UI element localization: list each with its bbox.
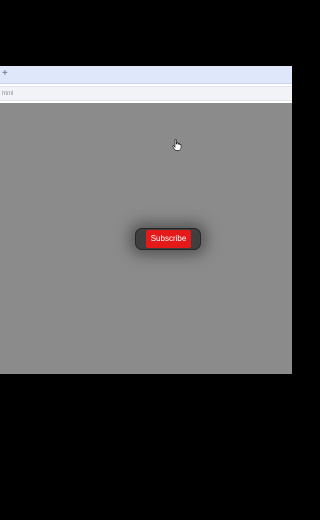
subscribe-button[interactable]: Subscribe	[146, 230, 191, 248]
device-screen: + html Subscribe	[0, 0, 292, 520]
new-tab-button[interactable]: +	[2, 68, 8, 80]
address-bar-text: html	[2, 91, 14, 97]
page-content: Subscribe	[0, 103, 292, 374]
browser-window: + html Subscribe	[0, 66, 292, 374]
address-bar[interactable]: html	[0, 86, 292, 101]
subscribe-pill-container: Subscribe	[135, 228, 201, 250]
hand-pointer-icon	[172, 139, 182, 151]
browser-tab-bar: +	[0, 66, 292, 84]
